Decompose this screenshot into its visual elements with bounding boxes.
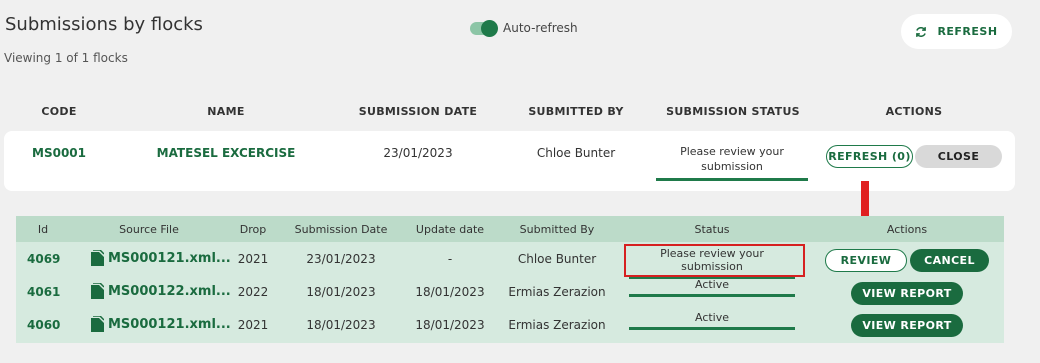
row-drop: 2021: [237, 318, 269, 332]
row-id[interactable]: 4061: [27, 285, 60, 299]
header-code: CODE: [41, 105, 77, 118]
source-file[interactable]: MS000121.xml...: [91, 316, 231, 332]
row-update-date: -: [447, 252, 453, 266]
table-row[interactable]: 4061 MS000122.xml... 2022 18/01/2023 18/…: [16, 276, 1004, 309]
submissions-table-header: Id Source File Drop Submission Date Upda…: [16, 216, 1004, 242]
row-status: Active: [629, 311, 795, 330]
row-status: Active: [629, 278, 795, 297]
row-update-date: 18/01/2023: [415, 318, 485, 332]
row-id[interactable]: 4069: [27, 252, 60, 266]
toggle-switch[interactable]: [470, 19, 498, 37]
col-drop: Drop: [239, 223, 267, 236]
review-button[interactable]: REVIEW: [825, 249, 907, 272]
header-submission-status: SUBMISSION STATUS: [666, 105, 800, 118]
row-submission-date: 18/01/2023: [306, 285, 376, 299]
col-id: Id: [37, 223, 49, 236]
file-icon: [91, 283, 104, 299]
col-actions: Actions: [886, 223, 928, 236]
toggle-knob: [481, 19, 498, 37]
close-button[interactable]: CLOSE: [915, 145, 1002, 168]
flock-submitted-by: Chloe Bunter: [536, 146, 616, 160]
col-submission-date: Submission Date: [294, 223, 388, 236]
flock-status: Please review your submission: [656, 144, 808, 181]
col-update-date: Update date: [415, 223, 485, 236]
view-report-button[interactable]: VIEW REPORT: [851, 314, 963, 337]
row-drop: 2022: [237, 285, 269, 299]
table-row[interactable]: 4069 MS000121.xml... 2021 23/01/2023 - C…: [16, 243, 1004, 279]
col-status: Status: [694, 223, 730, 236]
cancel-button[interactable]: CANCEL: [910, 249, 989, 272]
auto-refresh-toggle[interactable]: Auto-refresh: [470, 19, 578, 37]
file-icon: [91, 250, 104, 266]
header-submitted-by: SUBMITTED BY: [528, 105, 624, 118]
row-update-date: 18/01/2023: [415, 285, 485, 299]
table-row[interactable]: 4060 MS000121.xml... 2021 18/01/2023 18/…: [16, 309, 1004, 342]
source-file-name[interactable]: MS000121.xml...: [108, 251, 231, 266]
col-source-file: Source File: [119, 223, 179, 236]
row-id[interactable]: 4060: [27, 318, 60, 332]
header-actions: ACTIONS: [885, 105, 943, 118]
row-submitted-by: Ermias Zerazion: [508, 285, 606, 299]
flock-name: MATESEL EXCERCISE: [156, 146, 296, 160]
refresh-button[interactable]: REFRESH: [901, 14, 1012, 49]
refresh-icon: [916, 26, 927, 37]
source-file-name[interactable]: MS000121.xml...: [108, 317, 231, 332]
source-file-name[interactable]: MS000122.xml...: [108, 284, 231, 299]
col-submitted-by: Submitted By: [519, 223, 595, 236]
refresh-button-label: REFRESH: [937, 25, 998, 38]
flock-status-line2: submission: [701, 160, 763, 173]
file-icon: [91, 316, 104, 332]
flock-status-line1: Please review your: [680, 145, 784, 158]
row-submission-date: 18/01/2023: [306, 318, 376, 332]
refresh-count-button[interactable]: REFRESH (0): [826, 145, 913, 168]
view-report-button[interactable]: VIEW REPORT: [851, 282, 963, 305]
source-file[interactable]: MS000121.xml...: [91, 250, 231, 266]
source-file[interactable]: MS000122.xml...: [91, 283, 231, 299]
flock-count-text: Viewing 1 of 1 flocks: [4, 51, 128, 65]
page-title: Submissions by flocks: [5, 14, 203, 35]
row-submission-date: 23/01/2023: [306, 252, 376, 266]
flock-table-header: CODE NAME SUBMISSION DATE SUBMITTED BY S…: [0, 105, 1040, 119]
status-highlight-box: [624, 244, 805, 277]
auto-refresh-label: Auto-refresh: [503, 21, 578, 35]
header-name: NAME: [207, 105, 245, 118]
flock-date: 23/01/2023: [383, 146, 453, 160]
submissions-table: Id Source File Drop Submission Date Upda…: [16, 216, 1004, 343]
header-submission-date: SUBMISSION DATE: [358, 105, 478, 118]
flock-code[interactable]: MS0001: [32, 146, 86, 160]
row-submitted-by: Ermias Zerazion: [508, 318, 606, 332]
row-drop: 2021: [237, 252, 269, 266]
row-submitted-by: Chloe Bunter: [517, 252, 597, 266]
